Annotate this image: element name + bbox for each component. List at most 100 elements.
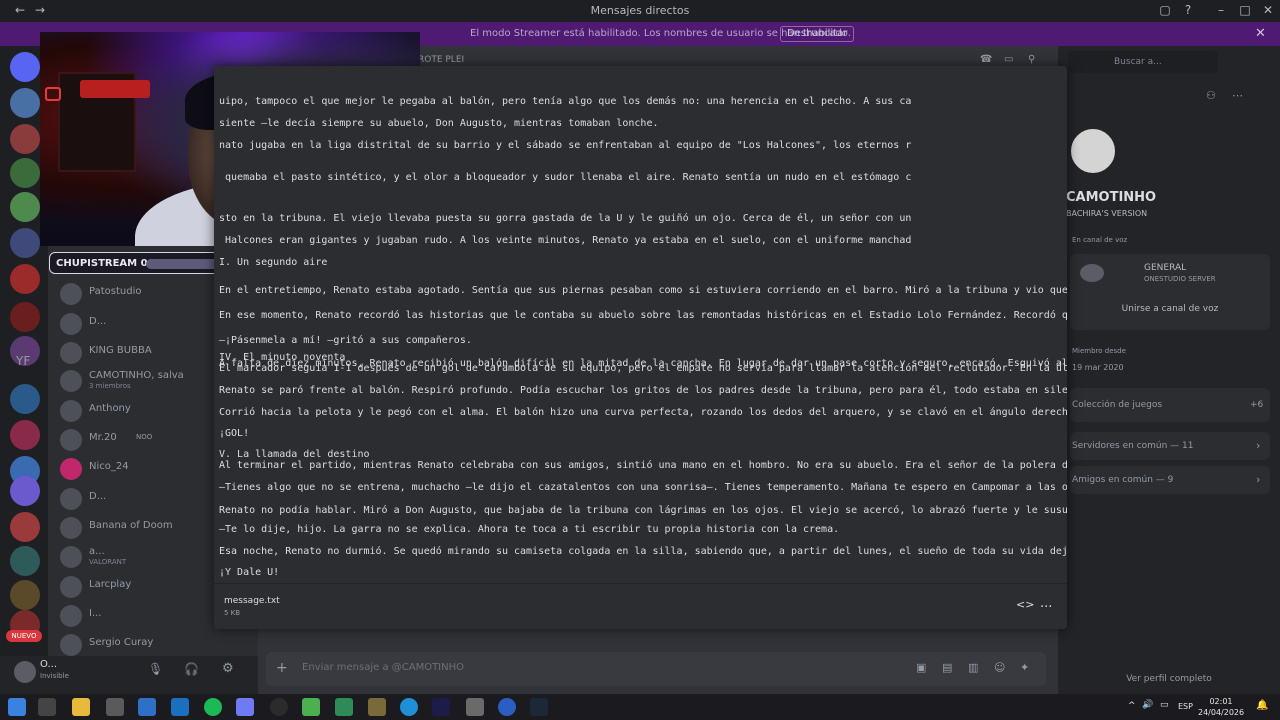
app-icon[interactable] (138, 698, 156, 716)
server-icon[interactable] (10, 88, 40, 118)
more-options-icon[interactable]: ... (1040, 596, 1052, 611)
server-icon[interactable] (10, 264, 40, 294)
premiere-icon[interactable] (432, 698, 450, 716)
app-icon[interactable] (498, 698, 516, 716)
add-attachment-icon[interactable]: + (276, 660, 288, 676)
spotify-icon[interactable] (204, 698, 222, 716)
dm-name: I... (89, 608, 102, 619)
file-explorer-icon[interactable] (72, 698, 90, 716)
gear-icon[interactable]: ⚙ (222, 661, 234, 676)
server-icon[interactable] (10, 302, 40, 332)
games-row[interactable]: Colección de juegos +6 (1070, 388, 1270, 422)
server-icon[interactable] (10, 228, 40, 258)
member-since-label: Miembro desde (1072, 347, 1126, 355)
sticker-icon[interactable]: ▥ (968, 661, 978, 674)
file-text-line: —Tienes algo que no se entrena, muchacho… (219, 482, 1067, 493)
clock-time: 02:01 (1209, 697, 1233, 706)
app-icon[interactable] (302, 698, 320, 716)
notifications-icon[interactable]: 🔔 (1256, 700, 1268, 711)
minimize-icon[interactable]: – (1213, 3, 1229, 19)
search-input[interactable]: Buscar a... (1068, 51, 1218, 73)
user-panel: O... Invisible 🎙 🎧 ⚙ (0, 656, 258, 694)
server-icon[interactable] (10, 158, 40, 188)
home-button[interactable] (10, 52, 40, 82)
gift-icon[interactable]: ▣ (916, 661, 926, 674)
server-icon[interactable] (10, 420, 40, 450)
video-icon[interactable]: ▭ (1004, 54, 1013, 65)
back-arrow-icon[interactable]: ← (12, 3, 28, 19)
dm-name: Patostudio (89, 286, 142, 297)
forward-arrow-icon[interactable]: → (32, 3, 48, 19)
app-icon[interactable] (368, 698, 386, 716)
dm-name: D... (89, 491, 107, 502)
close-window-icon[interactable]: ✕ (1260, 3, 1276, 19)
led-ring-image (45, 87, 61, 101)
inbox-icon[interactable]: ▢ (1157, 3, 1173, 19)
more-icon[interactable]: ⋯ (1232, 89, 1243, 102)
new-badge: NUEVO (6, 630, 42, 642)
file-size: 5 KB (224, 609, 241, 617)
message-input[interactable]: Enviar mensaje a @CAMOTINHO (302, 662, 464, 673)
member-since-date: 19 mar 2020 (1072, 363, 1124, 372)
close-banner-icon[interactable]: ✕ (1255, 26, 1266, 41)
edge-icon[interactable] (400, 698, 418, 716)
windows-start-icon[interactable] (8, 698, 26, 716)
profile-tagline: BACHIRA'S VERSION (1066, 209, 1148, 218)
server-icon[interactable] (10, 512, 40, 542)
store-icon[interactable] (106, 698, 124, 716)
code-view-icon[interactable]: <> (1016, 598, 1034, 611)
profile-avatar[interactable] (1068, 126, 1118, 176)
app-icon[interactable] (171, 698, 189, 716)
full-profile-link[interactable]: Ver perfil completo (1058, 674, 1280, 684)
dm-name: Banana of Doom (89, 520, 173, 531)
app-icon[interactable] (466, 698, 484, 716)
avatar (60, 576, 82, 598)
obs-icon[interactable] (270, 698, 288, 716)
tray-chevron-icon[interactable]: ^ (1128, 701, 1136, 711)
message-composer[interactable]: + Enviar mensaje a @CAMOTINHO ▣ ▤ ▥ ☺ ✦ (266, 652, 1046, 686)
apps-icon[interactable]: ✦ (1020, 661, 1029, 674)
avatar (60, 342, 82, 364)
mutual-servers-row[interactable]: Servidores en común — 11 › (1070, 432, 1270, 460)
server-icon[interactable] (10, 384, 40, 414)
server-yf-label[interactable]: YF (16, 354, 30, 368)
server-icon[interactable] (10, 580, 40, 610)
join-voice-button[interactable]: Unirse a canal de voz (1070, 304, 1270, 314)
add-friend-icon[interactable]: ⚇ (1206, 89, 1216, 102)
server-icon[interactable] (10, 546, 40, 576)
mutual-friends-row[interactable]: Amigos en común — 9 › (1070, 466, 1270, 494)
file-text-line: IV. El minuto noventa (219, 352, 346, 363)
maximize-icon[interactable]: □ (1237, 3, 1253, 19)
dm-name: a... (89, 546, 105, 557)
avatar (60, 400, 82, 422)
emoji-icon[interactable]: ☺ (994, 661, 1005, 674)
disable-streamer-button[interactable]: Deshabilitar (780, 26, 855, 42)
dm-item[interactable]: Sergio Curay (56, 632, 256, 658)
language-indicator[interactable]: ESP (1178, 702, 1193, 711)
avatar (60, 546, 82, 568)
profile-name: CAMOTINHO (1066, 190, 1157, 205)
excel-icon[interactable] (335, 698, 353, 716)
server-icon[interactable] (10, 192, 40, 222)
server-icon[interactable] (10, 476, 40, 506)
task-view-icon[interactable] (38, 698, 56, 716)
steam-icon[interactable] (530, 698, 548, 716)
pin-icon[interactable]: ⚲ (1028, 54, 1035, 65)
gif-icon[interactable]: ▤ (942, 661, 952, 674)
call-icon[interactable]: ☎ (980, 54, 992, 65)
avatar (60, 370, 82, 392)
voice-label: En canal de voz (1072, 236, 1128, 244)
file-text-line: Al terminar el partido, mientras Renato … (219, 460, 1067, 471)
file-preview-content[interactable]: uipo, tampoco el que mejor le pegaba al … (214, 66, 1067, 583)
volume-icon[interactable]: 🔊 (1142, 700, 1153, 710)
mic-icon[interactable]: 🎙 (148, 662, 163, 676)
pc-fan-image (80, 80, 150, 98)
clock[interactable]: 02:01 24/04/2026 (1198, 696, 1244, 718)
discord-icon[interactable] (236, 698, 254, 716)
headphones-icon[interactable]: 🎧 (184, 662, 199, 676)
help-icon[interactable]: ? (1180, 3, 1196, 19)
network-icon[interactable]: ▭ (1160, 700, 1169, 710)
server-icon[interactable] (10, 124, 40, 154)
file-name: message.txt (224, 596, 280, 606)
avatar[interactable] (14, 661, 36, 683)
